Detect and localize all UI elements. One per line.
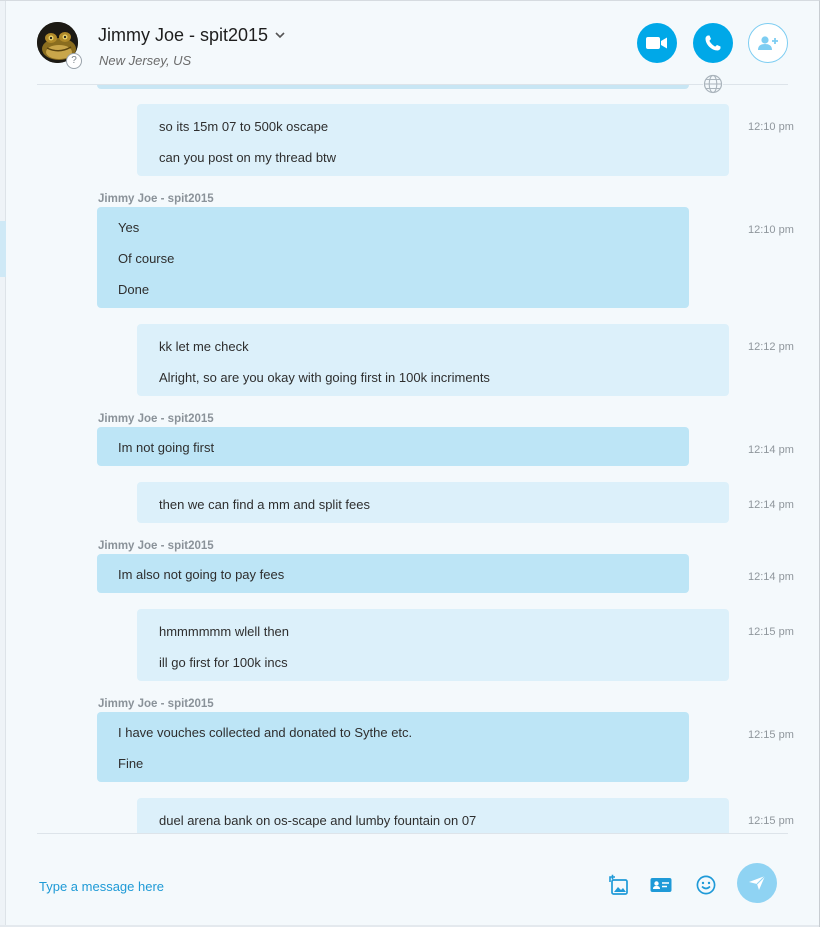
send-contact-icon — [650, 878, 672, 892]
message-line: so its 15m 07 to 500k oscape — [159, 119, 329, 134]
outgoing-message[interactable] — [137, 324, 729, 396]
chevron-down-icon[interactable] — [275, 28, 285, 42]
contact-location: New Jersey, US — [99, 53, 192, 68]
message-sender: Jimmy Joe - spit2015 — [98, 193, 214, 205]
message-line: hmmmmmm wlell then — [159, 624, 290, 639]
message-timestamp: 12:10 pm — [748, 224, 794, 236]
outgoing-message[interactable] — [137, 104, 729, 176]
send-image-icon — [609, 874, 628, 895]
send-button[interactable] — [737, 863, 777, 903]
message-line: Fine — [118, 756, 144, 771]
video-call-icon — [646, 37, 667, 49]
sidebar-selection-edge — [0, 221, 6, 277]
message-line: Alright, so are you okay with going firs… — [159, 370, 490, 385]
scrolled-message-edge — [97, 85, 689, 89]
message-line: ill go first for 100k incs — [159, 655, 288, 670]
conversation-header: ? Jimmy Joe - spit2015 New Jersey, US — [0, 1, 819, 85]
send-icon — [749, 875, 766, 890]
incoming-message[interactable] — [97, 207, 689, 308]
audio-call-button[interactable] — [693, 23, 733, 63]
emoticon-button[interactable] — [694, 873, 718, 897]
message-timestamp: 12:15 pm — [748, 815, 794, 827]
message-timestamp: 12:14 pm — [748, 571, 794, 583]
add-people-button[interactable] — [748, 23, 788, 63]
message-line: Im also not going to pay fees — [118, 567, 285, 582]
message-timestamp: 12:15 pm — [748, 626, 794, 638]
contact-name[interactable]: Jimmy Joe - spit2015 — [98, 25, 268, 46]
audio-call-icon — [705, 35, 721, 51]
message-line: Im not going first — [118, 440, 215, 455]
message-line: kk let me check — [159, 339, 249, 354]
message-timestamp: 12:15 pm — [748, 729, 794, 741]
message-timestamp: 12:14 pm — [748, 499, 794, 511]
outgoing-message[interactable] — [137, 609, 729, 681]
message-line: then we can find a mm and split fees — [159, 497, 371, 512]
message-line: duel arena bank on os-scape and lumby fo… — [159, 813, 477, 828]
video-call-button[interactable] — [637, 23, 677, 63]
message-sender: Jimmy Joe - spit2015 — [98, 413, 214, 425]
message-timestamp: 12:14 pm — [748, 444, 794, 456]
message-input[interactable] — [39, 877, 419, 895]
add-people-icon — [758, 36, 778, 50]
message-line: Of course — [118, 251, 175, 266]
message-sender: Jimmy Joe - spit2015 — [98, 698, 214, 710]
send-image-button[interactable] — [607, 873, 631, 897]
send-contact-button[interactable] — [649, 873, 673, 897]
presence-status-icon: ? — [66, 53, 82, 69]
globe-icon[interactable] — [703, 74, 723, 94]
composer-divider — [37, 833, 788, 834]
chat-window: ? Jimmy Joe - spit2015 New Jersey, US so… — [0, 0, 820, 927]
message-line: I have vouches collected and donated to … — [118, 725, 413, 740]
emoticon-icon — [696, 875, 716, 895]
message-line: can you post on my thread btw — [159, 150, 337, 165]
message-sender: Jimmy Joe - spit2015 — [98, 540, 214, 552]
message-timestamp: 12:12 pm — [748, 341, 794, 353]
incoming-message[interactable] — [97, 712, 689, 782]
message-timestamp: 12:10 pm — [748, 121, 794, 133]
window-left-edge — [0, 1, 6, 927]
message-line: Yes — [118, 220, 140, 235]
message-line: Done — [118, 282, 150, 297]
